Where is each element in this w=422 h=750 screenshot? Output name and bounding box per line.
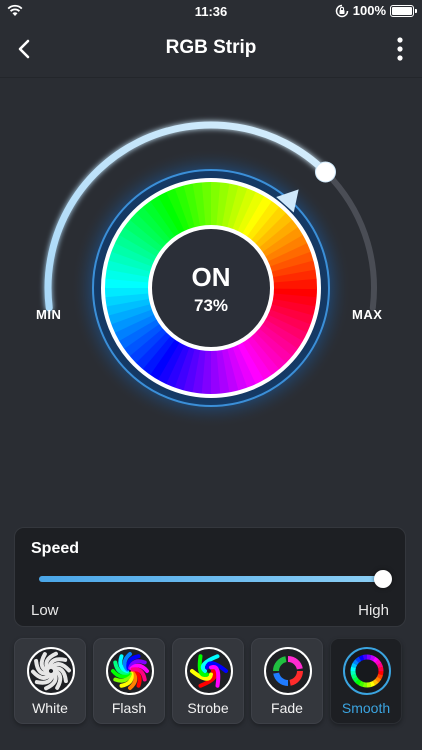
mode-flash-button[interactable]: Flash (93, 638, 165, 724)
more-vertical-icon[interactable] (392, 35, 408, 63)
mode-selector: White Flash Strobe Fade Smooth (14, 638, 408, 724)
spiral-white-icon (27, 647, 75, 695)
mode-smooth-button[interactable]: Smooth (330, 638, 402, 724)
mode-fade-button[interactable]: Fade (251, 638, 323, 724)
nav-bar: RGB Strip (0, 22, 422, 78)
speed-slider-fill (39, 576, 383, 582)
speed-slider-thumb[interactable] (374, 570, 392, 588)
page-title: RGB Strip (165, 37, 257, 58)
rainbow-smooth-icon (343, 647, 391, 695)
speed-high-label: High (358, 602, 389, 619)
rotation-lock-icon (335, 4, 348, 17)
mode-strobe-button[interactable]: Strobe (172, 638, 244, 724)
battery-percent: 100% (352, 3, 386, 18)
speed-title: Speed (31, 540, 80, 557)
rainbow-ring-icon (264, 647, 312, 695)
status-right: 100% (335, 3, 417, 18)
rainbow-swirl-icon (185, 647, 233, 695)
mode-label: Smooth (341, 700, 391, 716)
battery-icon (390, 4, 417, 17)
mode-white-button[interactable]: White (14, 638, 86, 724)
speed-panel: Speed Low High (14, 527, 406, 627)
dial-graphic (44, 121, 377, 428)
mode-label: White (32, 700, 68, 716)
mode-label: Strobe (187, 700, 229, 716)
rainbow-spiral-icon (106, 647, 154, 695)
mode-label: Flash (111, 700, 147, 716)
speed-low-label: Low (31, 602, 59, 619)
brightness-percent: 73% (193, 296, 229, 315)
brightness-knob (314, 161, 336, 183)
power-state[interactable]: ON (0, 262, 422, 293)
speed-slider-track[interactable] (39, 576, 383, 582)
status-bar: 11:36 100% (0, 0, 422, 22)
mode-label: Fade (271, 700, 303, 716)
brightness-dial[interactable]: MIN MAX ON 73% (0, 80, 422, 440)
